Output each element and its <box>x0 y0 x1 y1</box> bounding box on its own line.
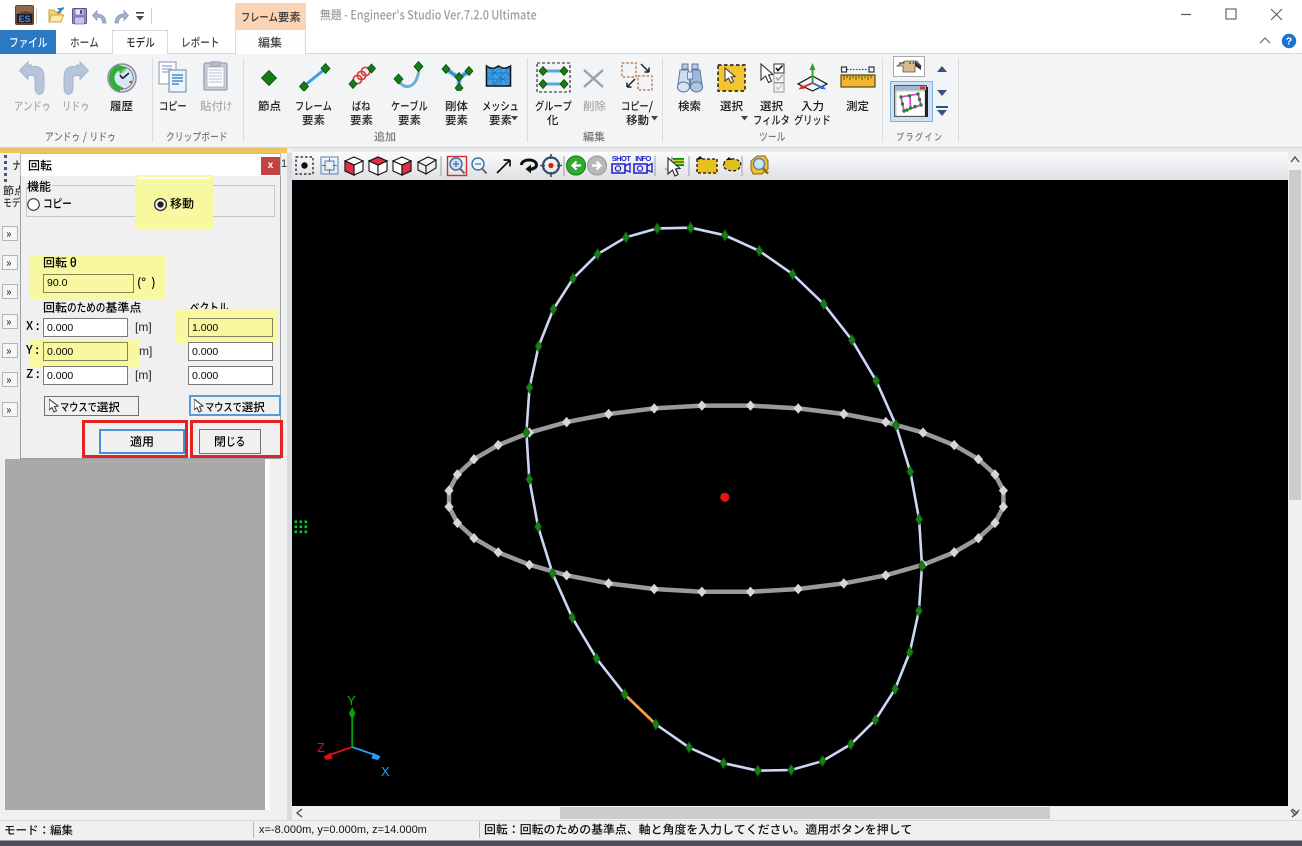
svg-text:ES: ES <box>18 14 30 24</box>
svg-text:INFO: INFO <box>635 154 651 163</box>
svg-text:SHOT: SHOT <box>612 154 631 163</box>
svg-text:Y: Y <box>347 693 356 708</box>
svg-text:X: X <box>381 764 390 779</box>
svg-text:?: ? <box>1286 36 1292 48</box>
svg-text:Z: Z <box>317 740 325 755</box>
